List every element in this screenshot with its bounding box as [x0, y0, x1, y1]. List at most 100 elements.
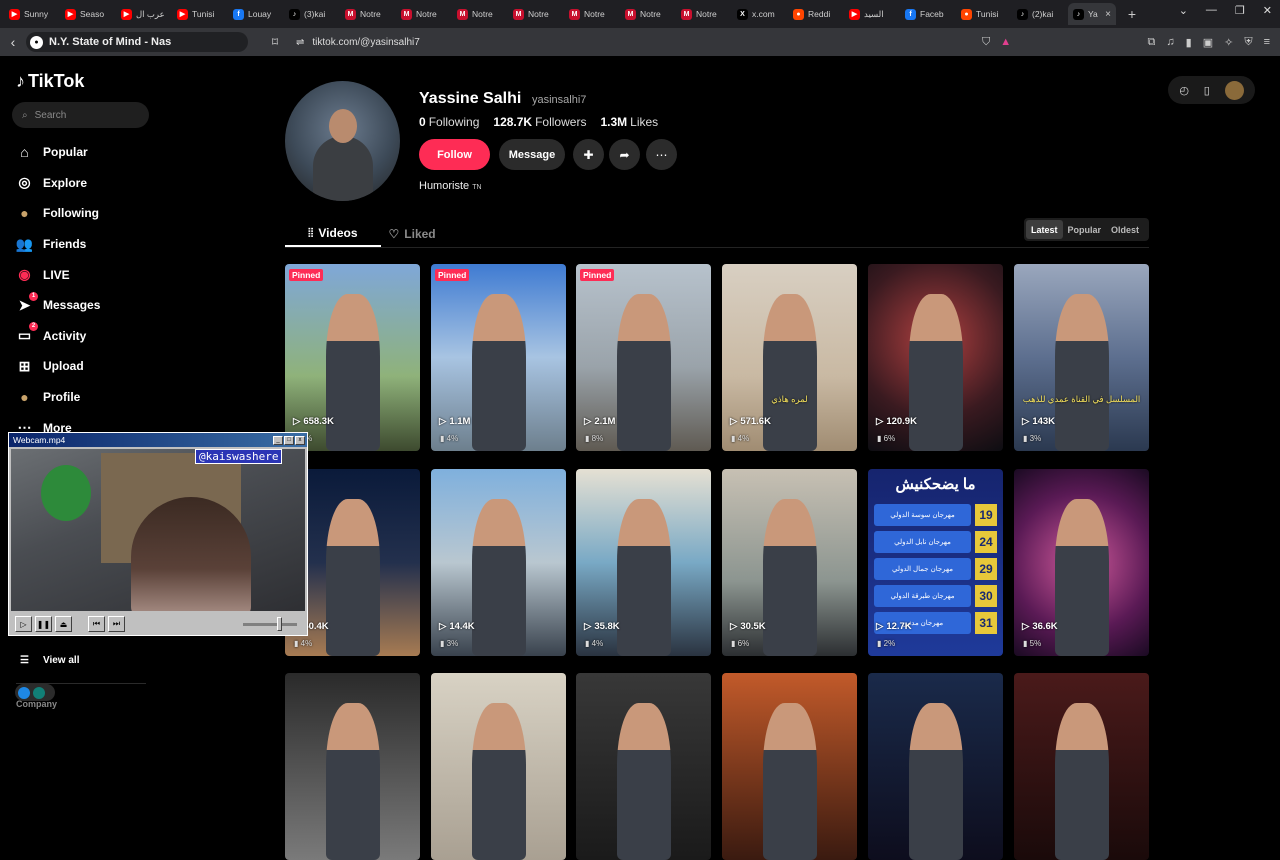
user-avatar[interactable]: [1224, 80, 1244, 100]
sort-popular-button[interactable]: Popular: [1063, 220, 1107, 239]
more-options-button[interactable]: ⋯: [646, 139, 677, 170]
video-card[interactable]: [1014, 673, 1149, 860]
sort-oldest-button[interactable]: Oldest: [1106, 220, 1144, 239]
video-card[interactable]: ▷ 30.5K ▮ 6%: [722, 469, 857, 656]
share-arrow-icon: ➦: [619, 147, 630, 162]
video-card[interactable]: Pinned ▷ 2.1M ▮ 8%: [576, 264, 711, 451]
media-control-pill[interactable]: ● N.Y. State of Mind - Nas: [26, 32, 248, 52]
browser-tab[interactable]: ● Tunisi: [956, 3, 1012, 25]
coins-icon[interactable]: ◴: [1179, 84, 1189, 97]
inbox-icon: ▭ 2: [16, 322, 38, 344]
wallet-icon[interactable]: ▣: [1203, 36, 1213, 49]
sidebar-item-upload[interactable]: ⊞ Upload: [16, 351, 100, 382]
next-icon[interactable]: ⏭: [108, 616, 125, 632]
brave-shield-icon[interactable]: ⛉: [982, 36, 990, 49]
video-card[interactable]: ▷ 120.9K ▮ 6%: [868, 264, 1003, 451]
browser-tab[interactable]: ▶ Sunny: [4, 3, 60, 25]
close-tab-icon[interactable]: ×: [1105, 9, 1111, 20]
new-tab-button[interactable]: +: [1122, 6, 1142, 22]
browser-tab-label: عرب ال: [136, 8, 165, 19]
add-friend-button[interactable]: ✚: [573, 139, 604, 170]
search-input[interactable]: ⌕ Search: [12, 102, 149, 128]
browser-tab[interactable]: ▶ Tunisi: [172, 3, 228, 25]
browser-tab-active[interactable]: ♪ Ya ×: [1068, 3, 1116, 25]
video-card[interactable]: [285, 673, 420, 860]
browser-tab[interactable]: M Notre: [620, 3, 676, 25]
play-icon[interactable]: ▷: [15, 616, 32, 632]
tab-videos[interactable]: ⦙⦙ Videos: [285, 221, 381, 247]
webcam-titlebar[interactable]: Webcam.mp4 _ □ x: [9, 433, 307, 447]
minimize-icon[interactable]: _: [273, 435, 283, 445]
back-arrow-icon[interactable]: ‹: [0, 34, 26, 50]
minimize-icon[interactable]: —: [1206, 4, 1217, 17]
music-icon[interactable]: ♫: [1166, 36, 1174, 49]
browser-tab[interactable]: f Louay: [228, 3, 284, 25]
browser-tab[interactable]: ♪ (2)kai: [1012, 3, 1068, 25]
bookmark-icon[interactable]: ⌑: [262, 35, 288, 49]
view-all-link[interactable]: ☰ View all: [20, 655, 79, 666]
video-card[interactable]: [431, 673, 566, 860]
followers-stat[interactable]: 128.7K Followers: [493, 115, 586, 129]
mobile-app-icon[interactable]: ▯: [1204, 84, 1210, 97]
following-stat[interactable]: 0 Following: [419, 115, 479, 129]
browser-tab[interactable]: ● Reddi: [788, 3, 844, 25]
browser-tab[interactable]: M Notre: [564, 3, 620, 25]
browser-tab[interactable]: M Notre: [396, 3, 452, 25]
sidebar-item-messages[interactable]: ➤ 1 Messages: [16, 290, 100, 321]
browser-tab[interactable]: M Notre: [340, 3, 396, 25]
video-card[interactable]: [868, 673, 1003, 860]
close-icon[interactable]: x: [295, 435, 305, 445]
browser-tab[interactable]: ▶ السيد: [844, 3, 900, 25]
browser-tab[interactable]: Xx.com: [732, 3, 788, 25]
extensions-icon[interactable]: ⧉: [1148, 36, 1156, 49]
prev-icon[interactable]: ⏮: [88, 616, 105, 632]
restore-icon[interactable]: ❐: [1235, 4, 1245, 17]
video-card[interactable]: ما يضحكنيش مهرجان سوسة الدولي 19 مهرجان ناب…: [868, 469, 1003, 656]
video-card[interactable]: المسلسل في القناة عمدي للذهب ▷ 143K ▮ 3%: [1014, 264, 1149, 451]
sidebar-item-friends[interactable]: 👥 Friends: [16, 229, 100, 260]
company-link[interactable]: Company: [16, 699, 57, 709]
video-card[interactable]: ▷ 14.4K ▮ 3%: [431, 469, 566, 656]
ai-icon[interactable]: ✧: [1224, 36, 1233, 49]
video-card[interactable]: [722, 673, 857, 860]
browser-tab[interactable]: M Notre: [508, 3, 564, 25]
browser-tab[interactable]: ▶ عرب ال: [116, 3, 172, 25]
share-button[interactable]: ➦: [609, 139, 640, 170]
video-card[interactable]: ▷ 36.6K ▮ 5%: [1014, 469, 1149, 656]
video-card[interactable]: Pinned▷658.3K▮ 5%: [285, 264, 420, 451]
video-engagement: ▮ 4%: [731, 434, 750, 443]
browser-tab[interactable]: ♪ (3)kai: [284, 3, 340, 25]
sidebar-item-activity[interactable]: ▭ 2 Activity: [16, 321, 100, 352]
sort-latest-button[interactable]: Latest: [1026, 220, 1063, 239]
video-card[interactable]: Pinned ▷ 1.1M ▮ 4%: [431, 264, 566, 451]
url-field[interactable]: ⇌ tiktok.com/@yasinsalhi7: [288, 31, 978, 53]
sidebar-toggle-icon[interactable]: ▮: [1186, 36, 1192, 49]
follow-button[interactable]: Follow: [419, 139, 490, 170]
tab-liked[interactable]: ♡ Liked: [381, 221, 444, 247]
vpn-icon[interactable]: ⛨: [1244, 36, 1252, 49]
bar-chart-icon: ▮: [585, 639, 590, 648]
tab-search-icon[interactable]: ⌄: [1179, 4, 1188, 17]
browser-tab[interactable]: M Notre: [676, 3, 732, 25]
brave-rewards-icon[interactable]: ▲: [1000, 36, 1011, 49]
sidebar-item-explore[interactable]: ◎ Explore: [16, 168, 100, 199]
close-window-icon[interactable]: ✕: [1263, 4, 1272, 17]
video-card[interactable]: ▷ 35.8K ▮ 4%: [576, 469, 711, 656]
video-card[interactable]: [576, 673, 711, 860]
pause-icon[interactable]: ❚❚: [35, 616, 52, 632]
menu-icon[interactable]: ≡: [1264, 36, 1270, 49]
maximize-icon[interactable]: □: [284, 435, 294, 445]
video-card[interactable]: لمره هاذي ▷ 571.6K ▮ 4%: [722, 264, 857, 451]
browser-tab[interactable]: M Notre: [452, 3, 508, 25]
browser-tab[interactable]: ▶ Seaso: [60, 3, 116, 25]
sidebar-item-popular[interactable]: ⌂ Popular: [16, 137, 100, 168]
eject-icon[interactable]: ⏏: [55, 616, 72, 632]
volume-slider[interactable]: [243, 616, 297, 631]
sidebar-item-live[interactable]: ◉ LIVE: [16, 259, 100, 290]
sidebar-item-following[interactable]: ● Following: [16, 198, 100, 229]
browser-tab[interactable]: f Faceb: [900, 3, 956, 25]
sidebar-item-profile[interactable]: ● Profile: [16, 382, 100, 413]
message-button[interactable]: Message: [499, 139, 565, 170]
site-info-icon[interactable]: ⇌: [296, 37, 304, 48]
tiktok-logo[interactable]: ♪ TikTok: [16, 71, 84, 92]
